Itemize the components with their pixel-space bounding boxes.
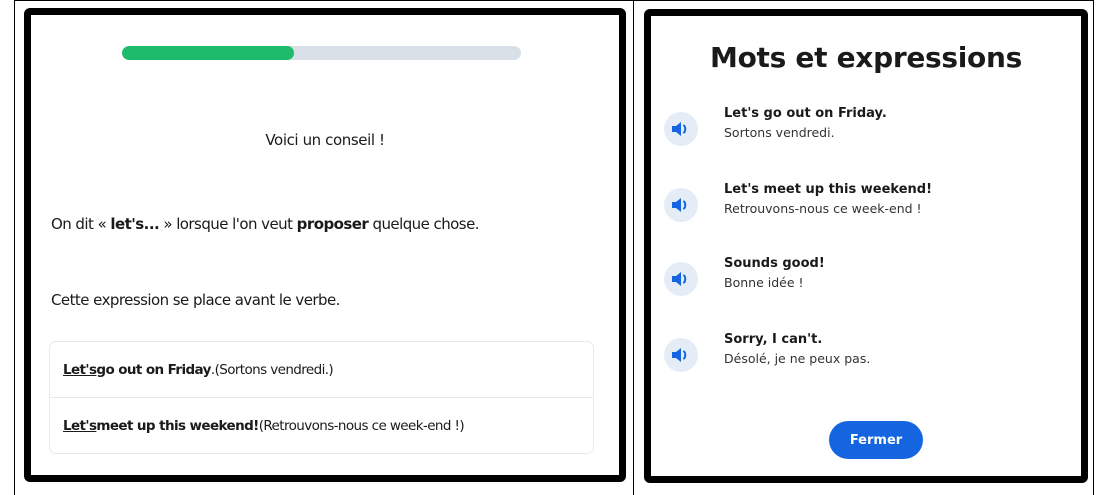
phrase-item: Sounds good! Bonne idée ! <box>664 256 1064 306</box>
close-button[interactable]: Fermer <box>829 421 923 459</box>
phrase-english: Let's meet up this weekend! <box>724 182 932 197</box>
phrase-french: Bonne idée ! <box>724 275 804 290</box>
tip-rule: Cette expression se place avant le verbe… <box>51 291 340 309</box>
example-row: Let's go out on Friday. (Sortons vendred… <box>50 342 593 398</box>
speaker-icon[interactable] <box>664 188 698 222</box>
tip-title: Voici un conseil ! <box>265 131 385 149</box>
phrase-french: Désolé, je ne peux pas. <box>724 351 871 366</box>
speaker-icon[interactable] <box>664 262 698 296</box>
table-column-divider <box>633 0 634 495</box>
vocabulary-title: Mots et expressions <box>710 41 1022 74</box>
phrase-item: Let's meet up this weekend! Retrouvons-n… <box>664 182 1064 232</box>
phrase-item: Sorry, I can't. Désolé, je ne peux pas. <box>664 332 1064 382</box>
phrase-english: Sorry, I can't. <box>724 332 823 347</box>
phrase-english: Sounds good! <box>724 256 825 271</box>
tip-keyword-lets: let's... <box>110 215 160 233</box>
example-row: Let's meet up this weekend! (Retrouvons-… <box>63 418 465 434</box>
tip-screen: Voici un conseil ! On dit « let's... » l… <box>24 8 626 482</box>
phrase-french: Retrouvons-nous ce week-end ! <box>724 201 922 216</box>
vocabulary-screen: Mots et expressions Let's go out on Frid… <box>644 9 1088 483</box>
tip-explanation: On dit « let's... » lorsque l'on veut pr… <box>51 215 480 233</box>
speaker-icon[interactable] <box>664 112 698 146</box>
progress-bar <box>122 46 521 60</box>
phrase-english: Let's go out on Friday. <box>724 106 887 121</box>
tip-keyword-proposer: proposer <box>296 215 369 233</box>
phrase-item: Let's go out on Friday. Sortons vendredi… <box>664 106 1064 156</box>
speaker-icon[interactable] <box>664 338 698 372</box>
phrase-french: Sortons vendredi. <box>724 125 835 140</box>
examples-box: Let's go out on Friday. (Sortons vendred… <box>49 341 594 454</box>
progress-fill <box>122 46 294 60</box>
